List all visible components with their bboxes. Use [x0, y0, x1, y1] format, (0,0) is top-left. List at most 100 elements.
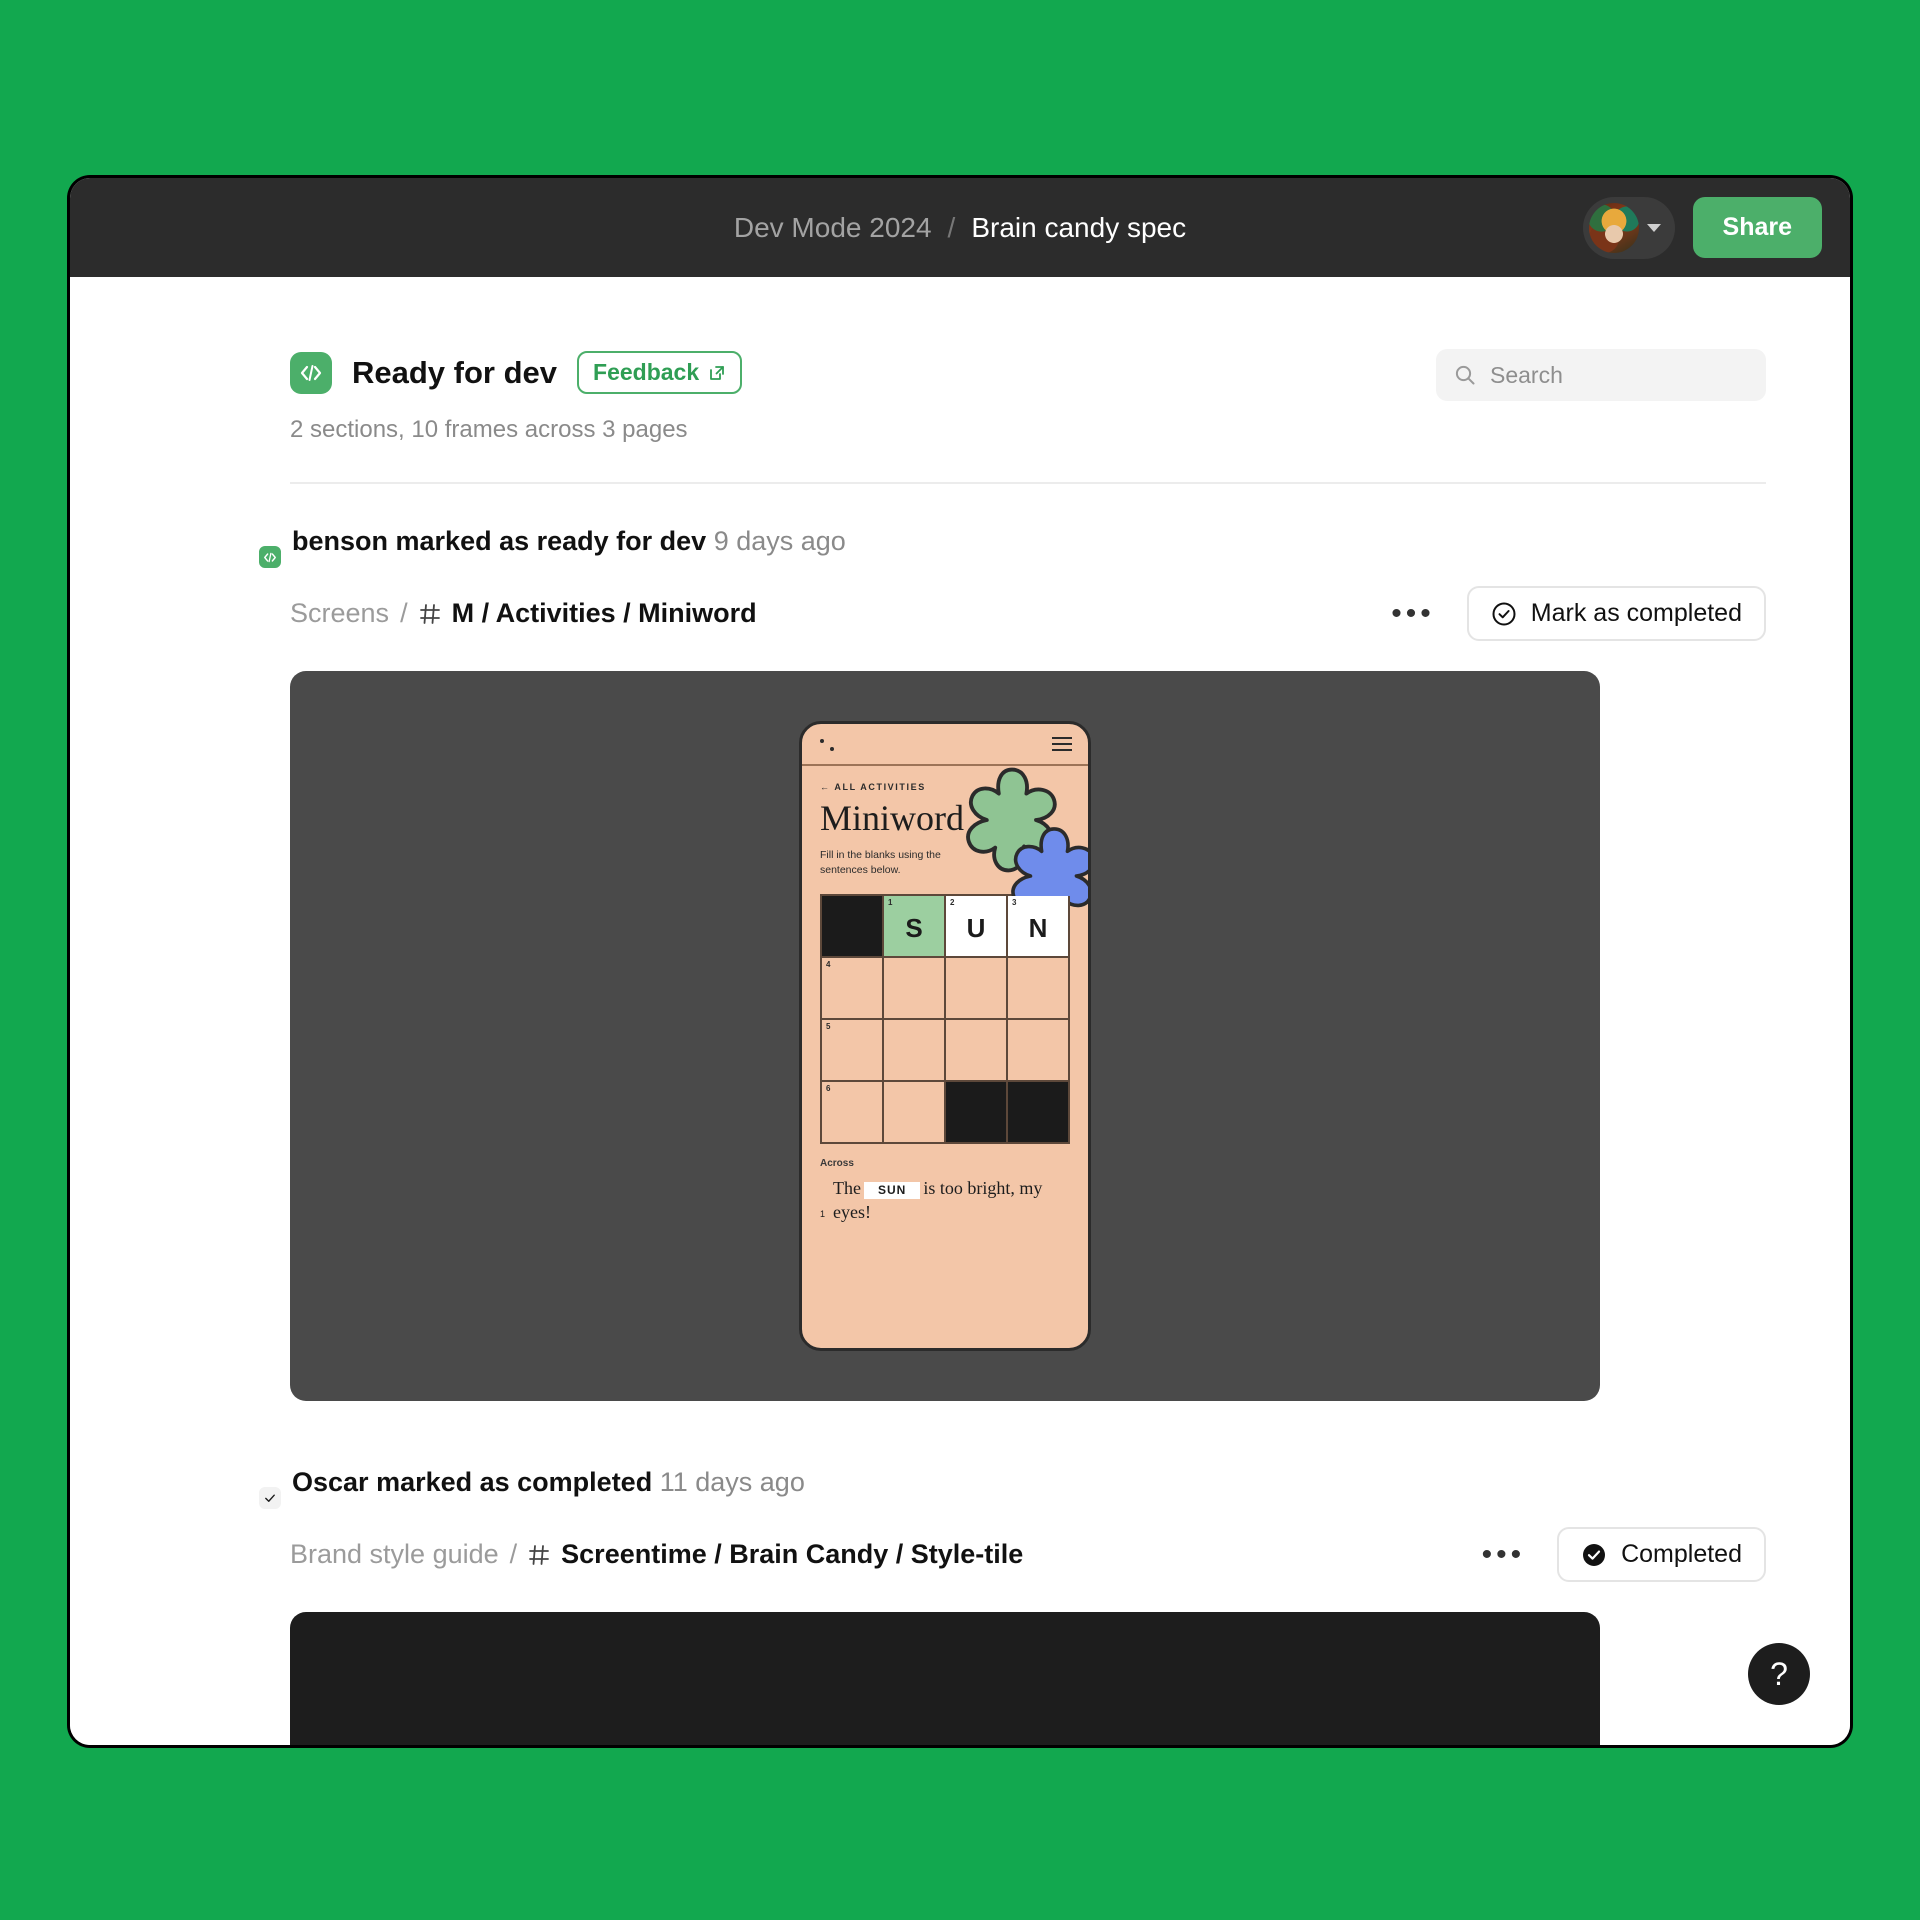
- search-icon: [1455, 365, 1475, 385]
- activity-entry: Oscar marked as completed 11 days ago Br…: [257, 1401, 1766, 1745]
- clue-answer[interactable]: SUN: [864, 1181, 921, 1200]
- entry-header: benson marked as ready for dev 9 days ag…: [257, 518, 1766, 570]
- status-line: Ready for dev Feedback: [290, 351, 743, 394]
- external-link-icon: [710, 365, 725, 380]
- account-menu[interactable]: [1582, 196, 1675, 259]
- completed-button[interactable]: Completed: [1557, 1527, 1766, 1582]
- summary-row: Ready for dev Feedback 2 sections, 10 fr…: [290, 349, 1766, 444]
- entry-breadcrumb[interactable]: Brand style guide / Screentime / Brain C…: [290, 1539, 1023, 1570]
- crossword-cell: [822, 896, 884, 959]
- styletile-preview[interactable]: DFOR: [290, 1612, 1600, 1745]
- page-title: Ready for dev: [352, 354, 558, 390]
- crossword-cell[interactable]: 4: [822, 958, 884, 1021]
- clue-text-before: The: [833, 1178, 861, 1199]
- check-circle-icon: [1492, 602, 1516, 625]
- entry-author: Oscar: [292, 1466, 369, 1497]
- avatar: [228, 1459, 283, 1511]
- entry-page-name: Screens: [290, 598, 390, 628]
- search-input[interactable]: Search: [1436, 349, 1766, 401]
- title-bar-actions: Share: [1582, 196, 1822, 259]
- crossword-cell[interactable]: 5: [822, 1020, 884, 1083]
- entry-title: benson marked as ready for dev 9 days ag…: [292, 526, 846, 557]
- crossword-cell[interactable]: [946, 1020, 1008, 1083]
- body-area: Ready for dev Feedback 2 sections, 10 fr…: [70, 277, 1850, 1745]
- feedback-label: Feedback: [593, 359, 700, 385]
- clue-item: 1 The SUN is too bright, my eyes!: [820, 1177, 1070, 1224]
- entry-breadcrumb[interactable]: Screens / M / Activities / Miniword: [290, 598, 757, 629]
- page-root: Dev Mode 2024 / Brain candy spec Share R…: [0, 0, 1920, 1920]
- entry-actions: ••• Mark as completed: [1383, 586, 1766, 641]
- status-dots-icon: [818, 736, 844, 752]
- breadcrumb-current[interactable]: Brain candy spec: [971, 212, 1186, 244]
- content: Ready for dev Feedback 2 sections, 10 fr…: [70, 277, 1850, 1745]
- check-icon: [257, 1485, 283, 1511]
- cell-letter: U: [966, 912, 986, 943]
- clue-number: 1: [820, 1208, 826, 1219]
- frame-icon: [419, 603, 440, 624]
- entry-subrow: Screens / M / Activities / Miniword •••: [290, 586, 1766, 641]
- entry-actions: ••• Completed: [1474, 1527, 1766, 1582]
- entry-header: Oscar marked as completed 11 days ago: [257, 1459, 1766, 1511]
- crossword-cell[interactable]: 6: [822, 1082, 884, 1145]
- entry-timestamp: 11 days ago: [659, 1466, 805, 1497]
- crossword-grid[interactable]: 1S2U3N 4 5 6: [820, 894, 1070, 1145]
- summary-left: Ready for dev Feedback 2 sections, 10 fr…: [290, 349, 743, 444]
- breadcrumb: Dev Mode 2024 / Brain candy spec: [734, 212, 1186, 244]
- entry-action: marked as ready for dev: [395, 525, 707, 556]
- crossword-cell[interactable]: [884, 1082, 946, 1145]
- entry-author: benson: [292, 525, 389, 556]
- app-window: Dev Mode 2024 / Brain candy spec Share R…: [70, 178, 1850, 1745]
- crossword-cell[interactable]: 2U: [946, 896, 1008, 959]
- breadcrumb-separator: /: [947, 211, 956, 243]
- more-options-button[interactable]: •••: [1383, 597, 1443, 631]
- phone-mockup: ← ALL ACTIVITIES Miniword Fill in the bl…: [799, 721, 1091, 1351]
- crossword-cell[interactable]: [1008, 958, 1070, 1021]
- avatar: [1588, 202, 1639, 253]
- crossword-cell[interactable]: [1008, 1020, 1070, 1083]
- clues-section: Across 1 The SUN is too bright, my eyes!: [802, 1144, 1088, 1224]
- activity-entry: benson marked as ready for dev 9 days ag…: [257, 484, 1766, 1401]
- clue-text: The SUN is too bright, my eyes!: [833, 1177, 1070, 1224]
- back-label: ALL ACTIVITIES: [834, 782, 926, 792]
- entry-frame-name: Screentime / Brain Candy / Style-tile: [561, 1539, 1024, 1569]
- code-icon: [290, 351, 332, 394]
- frame-icon: [529, 1544, 550, 1565]
- hamburger-menu-icon[interactable]: [1052, 733, 1072, 755]
- share-button[interactable]: Share: [1692, 197, 1822, 258]
- entry-subrow: Brand style guide / Screentime / Brain C…: [290, 1527, 1766, 1582]
- crossword-cell: [1008, 1082, 1070, 1145]
- cell-number: 4: [826, 960, 831, 970]
- crossword-cell: [946, 1082, 1008, 1145]
- avatar: [228, 518, 283, 570]
- crossword-cell[interactable]: [884, 958, 946, 1021]
- entry-title: Oscar marked as completed 11 days ago: [292, 1467, 805, 1498]
- search-placeholder: Search: [1490, 361, 1563, 388]
- help-button[interactable]: ?: [1748, 1643, 1810, 1705]
- entry-frame-name: M / Activities / Miniword: [451, 598, 757, 628]
- cell-letter: S: [905, 912, 923, 943]
- summary-subtitle: 2 sections, 10 frames across 3 pages: [290, 416, 688, 443]
- entry-page-name: Brand style guide: [290, 1539, 499, 1569]
- more-options-button[interactable]: •••: [1474, 1538, 1534, 1572]
- crossword-cell[interactable]: [946, 958, 1008, 1021]
- frame-preview[interactable]: ← ALL ACTIVITIES Miniword Fill in the bl…: [290, 671, 1600, 1401]
- cell-number: 6: [826, 1084, 831, 1094]
- breadcrumb-parent[interactable]: Dev Mode 2024: [734, 212, 932, 244]
- crossword-cell[interactable]: 3N: [1008, 896, 1070, 959]
- cell-number: 5: [826, 1022, 831, 1032]
- entry-action: marked as completed: [376, 1466, 653, 1497]
- phone-content: ← ALL ACTIVITIES Miniword Fill in the bl…: [802, 766, 1088, 1145]
- clues-heading: Across: [820, 1158, 854, 1170]
- button-label: Mark as completed: [1530, 599, 1742, 627]
- feedback-button[interactable]: Feedback: [577, 351, 743, 394]
- crossword-cell[interactable]: 1S: [884, 896, 946, 959]
- code-icon: [257, 544, 283, 570]
- entry-crumb-separator: /: [509, 1539, 518, 1569]
- entry-crumb-separator: /: [400, 598, 408, 628]
- title-bar: Dev Mode 2024 / Brain candy spec Share: [70, 178, 1850, 277]
- crossword-cell[interactable]: [884, 1020, 946, 1083]
- mark-as-completed-button[interactable]: Mark as completed: [1466, 586, 1766, 641]
- entry-timestamp: 9 days ago: [713, 525, 846, 556]
- button-label: Completed: [1621, 1540, 1742, 1568]
- check-circle-filled-icon: [1583, 1543, 1606, 1566]
